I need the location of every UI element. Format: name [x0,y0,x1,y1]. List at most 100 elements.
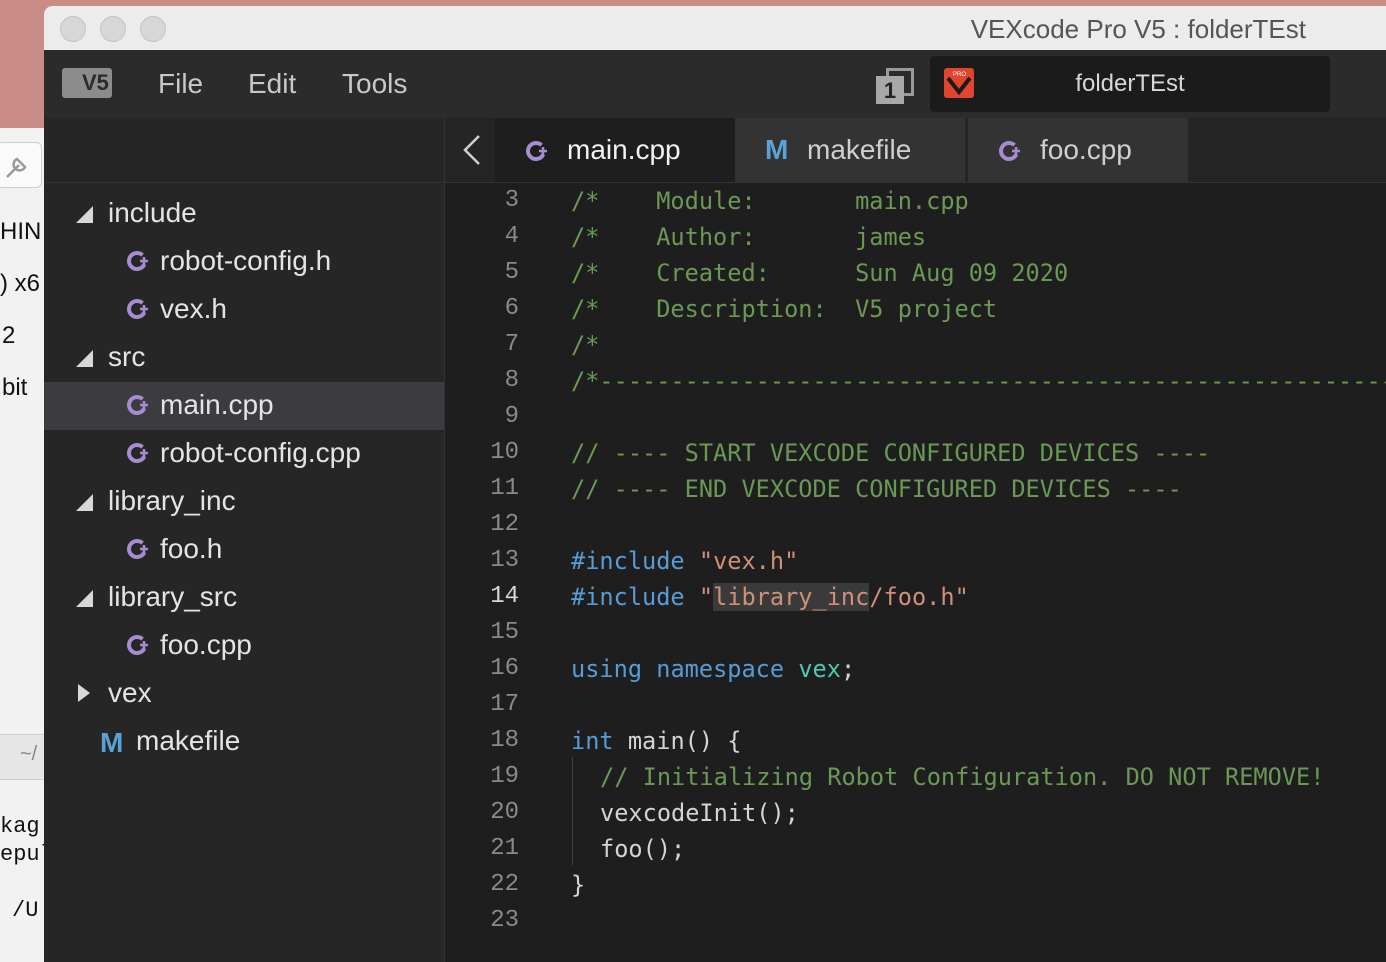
line-number: 15 [490,619,519,646]
line-number: 9 [504,403,519,430]
tree-label: library_inc [108,485,236,516]
code-token: " [698,583,714,611]
tree-file-vex-h[interactable]: vex.h [44,286,444,334]
project-name-box[interactable]: PRO folderTEst [930,56,1330,112]
tree-label: foo.cpp [160,629,252,660]
project-name: folderTEst [1075,70,1185,97]
code-line: /*--------------------------------------… [571,367,1386,395]
tree-label: include [108,197,197,228]
line-number: 18 [490,727,519,754]
menu-edit[interactable]: Edit [248,68,296,100]
tree-file-foo-cpp[interactable]: foo.cpp [44,622,444,670]
tree-label: src [108,341,146,372]
code-token: "vex.h" [698,547,799,575]
highlighted-token: library_inc [713,583,870,611]
tab-makefile[interactable]: M makefile [735,118,965,182]
window-title: VEXcode Pro V5 : folderTEst [970,14,1306,44]
code-line: /* [571,331,600,359]
logo-text: V5 [82,70,109,95]
background-text: 2 [2,322,16,349]
expanded-triangle-icon [76,494,93,511]
code-line: /* Created: Sun Aug 09 2020 [571,259,1069,287]
cpp-file-icon [127,251,148,271]
code-token: namespace [656,655,785,683]
tree-folder-vex[interactable]: vex [44,670,444,718]
background-text: ) x6 [0,270,41,297]
tab-label: foo.cpp [1040,134,1132,165]
tree-folder-include[interactable]: include [44,190,444,238]
code-line: // Initializing Robot Configuration. DO … [600,763,1325,791]
tree-file-main-cpp[interactable]: main.cpp [44,382,444,430]
minimize-window-button[interactable] [100,16,126,42]
tree-label: robot-config.h [160,245,332,276]
tree-folder-library-inc[interactable]: library_inc [44,478,444,526]
tree-label: vex.h [160,293,227,324]
background-path-text: ~/ [20,743,38,765]
line-number: 6 [504,295,519,322]
code-token: main() { [613,727,742,755]
code-line: // ---- START VEXCODE CONFIGURED DEVICES… [571,439,1211,467]
background-text: HIN [0,218,42,245]
code-line: vexcodeInit(); [600,799,799,827]
tree-file-foo-h[interactable]: foo.h [44,526,444,574]
cpp-file-icon [127,299,148,319]
close-window-button[interactable] [60,16,86,42]
code-token: vex [798,655,841,683]
tab-foo-cpp[interactable]: foo.cpp [968,118,1188,182]
expanded-triangle-icon [76,350,93,367]
tree-file-makefile[interactable]: M makefile [44,718,444,766]
line-number: 11 [490,475,519,502]
code-token: #include [571,583,685,611]
background-text: kag [0,814,40,839]
cpp-file-icon [127,539,148,559]
tree-label: foo.h [160,533,223,564]
line-number: 3 [504,187,519,214]
tab-label: makefile [807,134,912,165]
tree-label: makefile [136,725,241,756]
code-token: int [571,727,614,755]
collapsed-triangle-icon [78,684,90,702]
line-number: 12 [490,511,519,538]
code-line: using namespace vex; [571,655,855,683]
line-number: 7 [504,331,519,358]
slot-number: 1 [876,76,904,104]
code-line: } [571,871,586,899]
indent-guide [572,757,573,865]
tab-main-cpp[interactable]: main.cpp [495,118,735,182]
current-code-line: #include "library_inc/foo.h" [571,583,969,611]
code-line: /* Module: main.cpp [571,187,969,215]
line-number: 17 [490,691,519,718]
zoom-window-button[interactable] [140,16,166,42]
wrench-button[interactable] [0,142,42,188]
tree-file-robot-config-h[interactable]: robot-config.h [44,238,444,286]
tree-folder-library-src[interactable]: library_src [44,574,444,622]
slot-selector-button[interactable]: 1 [876,68,914,104]
makefile-icon: M [765,134,789,165]
code-line: /* Author: james [571,223,927,251]
menu-tools[interactable]: Tools [342,68,407,100]
line-number: 8 [504,367,519,394]
chevron-left-icon[interactable] [459,134,487,166]
cpp-file-icon [526,141,547,161]
line-number: 16 [490,655,519,682]
background-window: HIN ) x6 2 bit ~/ kag epul /U [0,128,44,962]
tree-file-robot-config-cpp[interactable]: robot-config.cpp [44,430,444,478]
line-number: 19 [490,763,519,790]
code-token: ; [840,655,856,683]
background-path-bar: ~/ [0,734,44,780]
editor-tab-bar: main.cpp M makefile foo.cpp [445,118,1386,183]
line-number: 21 [490,835,519,862]
line-number: 23 [490,907,519,934]
cpp-file-icon [127,635,148,655]
vexcode-window: VEXcode Pro V5 : folderTEst V5 File Edit… [44,6,1386,962]
tree-folder-src[interactable]: src [44,334,444,382]
code-line: foo(); [600,835,686,863]
line-number: 5 [504,259,519,286]
line-number: 4 [504,223,519,250]
cpp-file-icon [127,443,148,463]
menu-file[interactable]: File [158,68,203,100]
code-editor[interactable]: 3 4 5 6 7 8 9 10 11 12 13 14 15 16 17 18… [445,183,1386,962]
background-text: /U [12,898,39,923]
tree-label: vex [108,677,152,708]
file-tree-sidebar: include robot-config.h vex.h src main.cp… [44,118,445,962]
